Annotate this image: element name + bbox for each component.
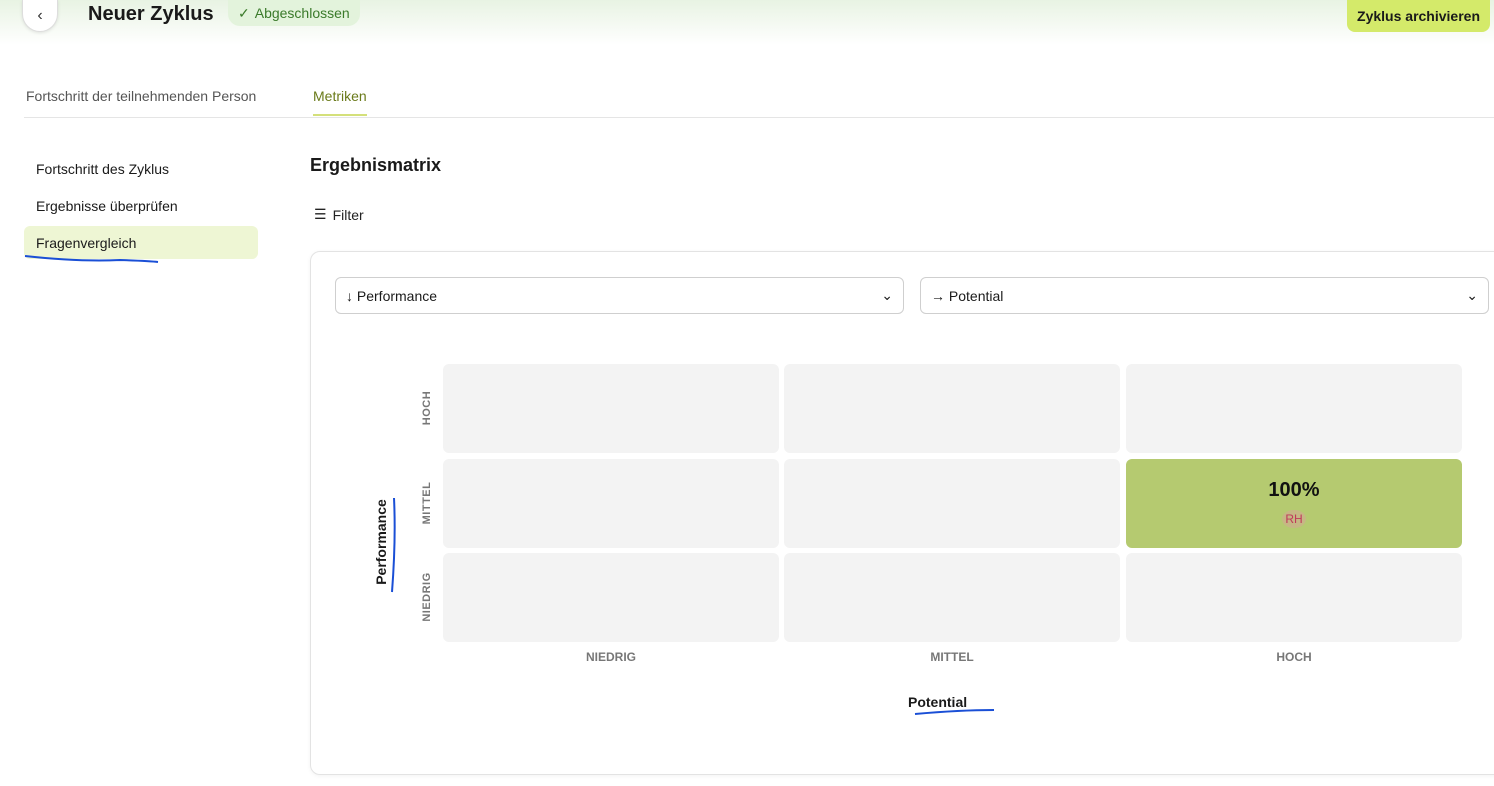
tab-bar: Fortschritt der teilnehmenden Person Met… bbox=[24, 84, 1494, 118]
matrix-cell-highlighted[interactable]: 100% RH bbox=[1126, 459, 1462, 548]
sidebar-item-review-results[interactable]: Ergebnisse überprüfen bbox=[24, 189, 258, 222]
result-matrix-card: ↓ Performance ⌄ → Potential ⌄ HOCH MITTEL … bbox=[310, 251, 1494, 775]
arrow-down-icon: ↓ bbox=[346, 287, 357, 304]
chevron-down-icon: ⌄ bbox=[1466, 287, 1478, 303]
matrix-cell[interactable] bbox=[443, 459, 779, 548]
section-title: Ergebnismatrix bbox=[310, 155, 442, 175]
header-bar bbox=[0, 0, 1494, 45]
chevron-left-icon: ‹ bbox=[37, 6, 43, 24]
cell-percentage: 100% bbox=[1268, 479, 1320, 501]
matrix-cell[interactable] bbox=[443, 553, 779, 642]
filter-icon: ☰ bbox=[314, 206, 327, 222]
matrix-cell[interactable] bbox=[784, 459, 1120, 548]
arrow-right-icon: → bbox=[931, 287, 949, 304]
filter-button[interactable]: ☰ Filter bbox=[314, 206, 364, 223]
y-axis-select[interactable]: ↓ Performance ⌄ bbox=[335, 277, 904, 314]
x-level-low: NIEDRIG bbox=[585, 650, 636, 664]
matrix-cell[interactable] bbox=[784, 364, 1120, 453]
x-select-value: Potential bbox=[948, 287, 1004, 304]
x-level-high: HOCH bbox=[1276, 650, 1312, 664]
filter-label: Filter bbox=[332, 206, 364, 223]
y-level-medium: MITTEL bbox=[421, 481, 433, 525]
x-axis-select[interactable]: → Potential ⌄ bbox=[920, 277, 1489, 314]
tab-participant-progress[interactable]: Fortschritt der teilnehmenden Person bbox=[26, 88, 256, 104]
x-axis-title: Potential bbox=[908, 694, 968, 710]
status-badge: ✓ Abgeschlossen bbox=[228, 0, 360, 26]
y-level-low: NIEDRIG bbox=[421, 572, 433, 622]
chevron-down-icon: ⌄ bbox=[881, 287, 893, 303]
status-text: Abgeschlossen bbox=[254, 5, 350, 21]
sidebar-item-question-comparison[interactable]: Fragenvergleich bbox=[24, 226, 258, 259]
matrix-cell[interactable] bbox=[1126, 553, 1462, 642]
matrix-cell[interactable] bbox=[1126, 364, 1462, 453]
x-level-medium: MITTEL bbox=[930, 650, 974, 664]
matrix-cell[interactable] bbox=[784, 553, 1120, 642]
page-title: Neuer Zyklus bbox=[88, 3, 214, 25]
tab-metrics[interactable]: Metriken bbox=[313, 88, 367, 116]
matrix-cell[interactable] bbox=[443, 364, 779, 453]
y-axis-title: Performance bbox=[373, 499, 389, 585]
y-select-value: Performance bbox=[356, 287, 438, 304]
sidebar: Fortschritt des Zyklus Ergebnisse überpr… bbox=[24, 152, 258, 263]
avatar[interactable]: RH bbox=[1282, 510, 1306, 528]
archive-cycle-button[interactable]: Zyklus archivieren bbox=[1347, 0, 1490, 32]
sidebar-item-cycle-progress[interactable]: Fortschritt des Zyklus bbox=[24, 152, 258, 185]
check-icon: ✓ bbox=[238, 4, 250, 21]
y-level-high: HOCH bbox=[421, 390, 433, 426]
